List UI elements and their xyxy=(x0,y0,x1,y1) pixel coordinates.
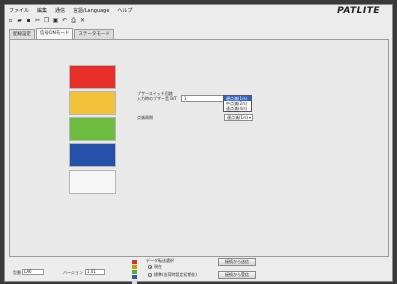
version-label: バージョン xyxy=(63,270,83,275)
signal-tower-preview xyxy=(132,260,137,284)
flash-cycle-dropdown: 遅点滅(1/s) 中点滅(2/s) 速点滅(4/s) xyxy=(223,95,252,112)
model-field: LA6 xyxy=(22,269,44,275)
buzzer-label-line2: 入力時のブザー音 B/T xyxy=(137,96,177,101)
menu-language[interactable]: 言語/Language xyxy=(73,7,109,14)
save-icon[interactable]: ▪ xyxy=(25,17,32,24)
tab-bar: 配線設定 信号ONモード ステータモード xyxy=(9,28,114,39)
tab-status-mode[interactable]: ステータモード xyxy=(74,29,114,39)
radio-default[interactable] xyxy=(148,273,152,277)
flash-cycle-label: 点滅周期 xyxy=(137,115,153,120)
color-swatch-blue[interactable] xyxy=(69,143,116,167)
color-swatch-white[interactable] xyxy=(69,170,116,194)
menu-communication[interactable]: 通信 xyxy=(55,7,65,14)
dropdown-option[interactable]: 速点滅(4/s) xyxy=(224,106,251,111)
app-window: ファイル 編集 通信 言語/Language ヘルプ PATLITE ▫ ▰ ▪… xyxy=(4,4,393,284)
menu-bar: ファイル 編集 通信 言語/Language ヘルプ xyxy=(5,5,392,15)
radio-current[interactable] xyxy=(148,265,152,269)
menu-file[interactable]: ファイル xyxy=(9,7,29,14)
tab-wiring[interactable]: 配線設定 xyxy=(9,29,35,39)
copy-icon[interactable]: ❐ xyxy=(43,17,50,24)
print-icon[interactable]: ⎙ xyxy=(70,17,77,24)
brand-logo: PATLITE xyxy=(337,6,380,16)
radio-current-label: 現在 xyxy=(154,264,162,269)
delete-icon[interactable]: ✕ xyxy=(79,17,86,24)
chevron-down-icon: ▾ xyxy=(248,115,251,120)
radio-default-label: 標準(出荷時設定初期化) xyxy=(154,272,198,277)
undo-icon[interactable]: ↶ xyxy=(61,17,68,24)
settings-panel: ブザースイッチ回路 入力時のブザー音 B/T 1 ▾ 点滅周期 遅点滅(1/s)… xyxy=(9,39,389,257)
open-icon[interactable]: ▰ xyxy=(16,17,23,24)
menu-edit[interactable]: 編集 xyxy=(37,7,47,14)
version-field: 1.01 xyxy=(85,269,105,275)
new-icon[interactable]: ▫ xyxy=(7,17,14,24)
color-swatch-green[interactable] xyxy=(69,117,116,141)
receive-button[interactable]: 接続から受信 xyxy=(218,271,256,279)
menu-help[interactable]: ヘルプ xyxy=(117,7,132,14)
paste-icon[interactable]: ▣ xyxy=(52,17,59,24)
color-swatch-red[interactable] xyxy=(69,65,116,89)
flash-cycle-select[interactable]: 遅点滅(1/s) ▾ xyxy=(224,114,253,121)
color-swatch-yellow[interactable] xyxy=(69,91,116,115)
send-button[interactable]: 接続から送信 xyxy=(218,258,256,266)
toolbar: ▫ ▰ ▪ ✂ ❐ ▣ ↶ ⎙ ✕ xyxy=(7,16,86,25)
model-label: 型番 xyxy=(13,270,21,275)
tab-signal-on-mode[interactable]: 信号ONモード xyxy=(36,28,74,39)
cut-icon[interactable]: ✂ xyxy=(34,17,41,24)
